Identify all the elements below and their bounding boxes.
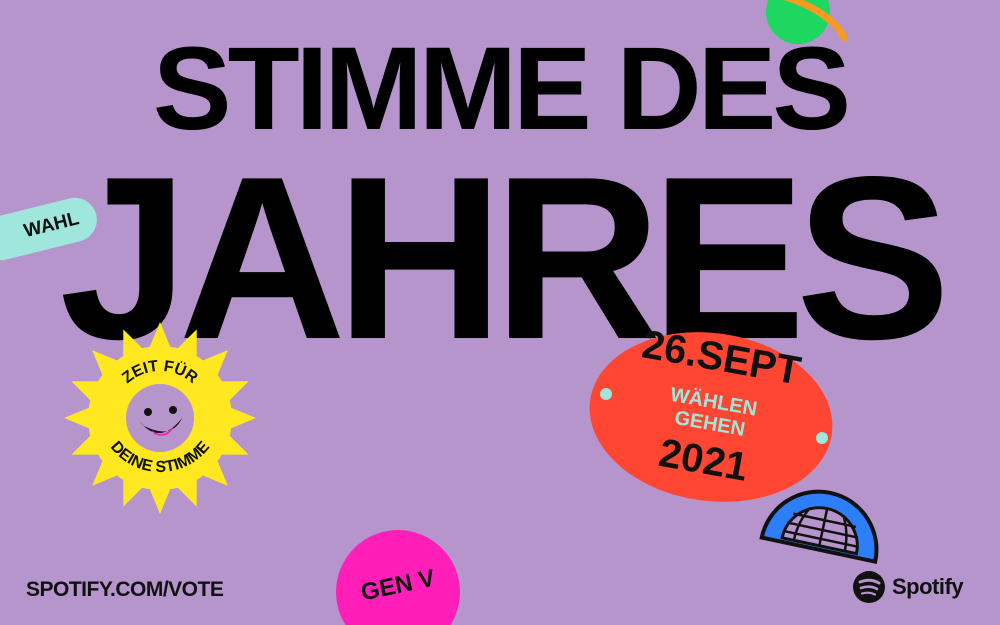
- globe-dome-icon: [759, 489, 879, 565]
- smiley-sun-sticker: ZEIT FÜR DEINE STIMME: [64, 322, 256, 514]
- planet-icon: [766, 0, 848, 44]
- gen-v-sticker: GEN V: [336, 530, 460, 625]
- poster: STIMME DES JAHRES WAHL ZEIT FÜR DEINE ST…: [0, 0, 1000, 625]
- smiley-sun-icon: [126, 384, 194, 452]
- spotify-wordmark: Spotify: [892, 574, 964, 599]
- wahl-label: WAHL: [21, 208, 82, 243]
- vote-url: SPOTIFY.COM/VOTE: [26, 578, 224, 601]
- spotify-logo-icon: [853, 571, 885, 603]
- spotify-logo: Spotify: [852, 570, 964, 604]
- gen-v-label: GEN V: [358, 564, 438, 607]
